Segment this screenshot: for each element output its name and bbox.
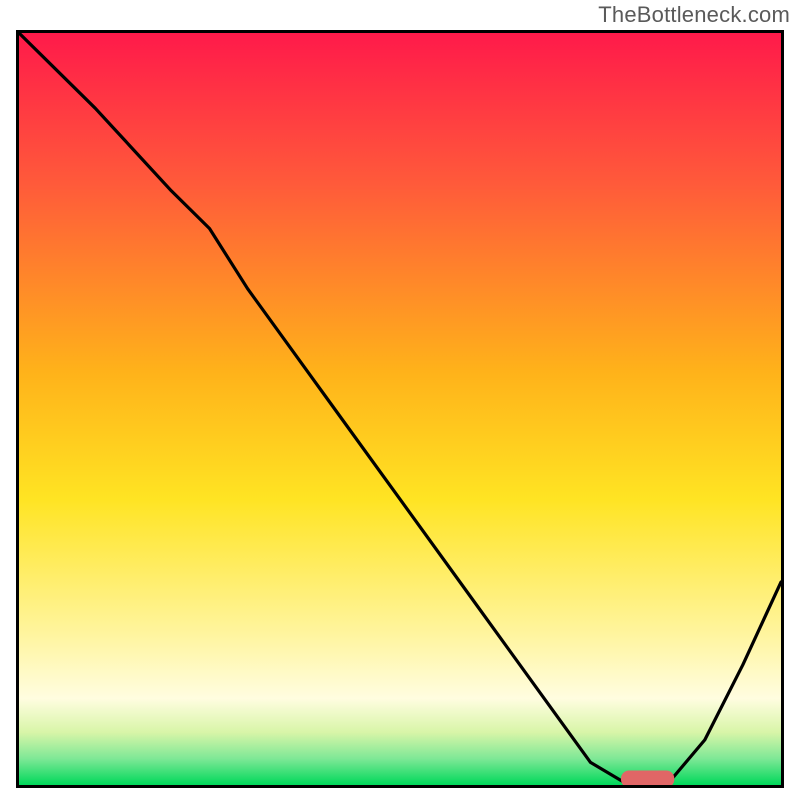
optimum-marker	[621, 771, 674, 786]
chart-svg	[19, 33, 781, 785]
watermark-text: TheBottleneck.com	[598, 2, 790, 28]
gradient-background	[19, 33, 781, 785]
plot-area	[16, 30, 784, 788]
chart-container: TheBottleneck.com	[0, 0, 800, 800]
